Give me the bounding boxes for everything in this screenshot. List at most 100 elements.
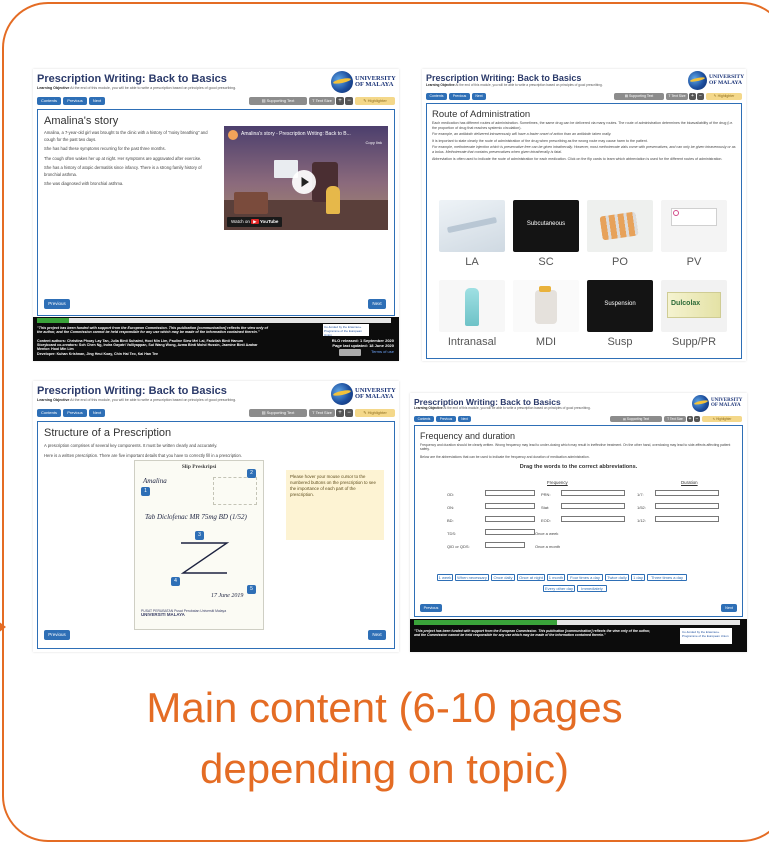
bd-label: BD: xyxy=(447,518,454,523)
globe-icon xyxy=(688,71,707,90)
next-button[interactable]: Next xyxy=(721,604,737,612)
flip-card-intranasal[interactable]: Intranasal xyxy=(439,280,505,350)
word-chip[interactable]: 1 week xyxy=(437,574,453,581)
text-size-decrease-button[interactable]: − xyxy=(345,97,353,105)
word-chip[interactable]: When necessary xyxy=(455,574,489,581)
supporting-text-toggle[interactable]: ▤ Supporting Text xyxy=(610,416,662,422)
supporting-text-toggle[interactable]: ▤ Supporting Text xyxy=(614,93,664,100)
one-twelve-drop-zone[interactable] xyxy=(655,516,719,522)
screenshot-frequency-and-duration: Prescription Writing: Back to Basics Lea… xyxy=(410,393,747,652)
supporting-text-toggle[interactable]: ▤ Supporting Text xyxy=(249,97,307,105)
top-previous-button[interactable]: Previous xyxy=(449,93,470,100)
nasal-spray-image xyxy=(439,280,505,332)
prescription-slip: Slip Preskripsi Amalina Tab Diclofenac M… xyxy=(134,460,264,630)
copy-link-button[interactable]: Copy link xyxy=(366,140,382,145)
top-previous-button[interactable]: Previous xyxy=(63,97,87,105)
text-size-decrease-button[interactable]: − xyxy=(694,416,700,422)
marker-button-4[interactable]: 4 xyxy=(171,577,180,586)
contents-button[interactable]: Contents xyxy=(37,97,61,105)
marker-button-3[interactable]: 3 xyxy=(195,531,204,540)
highlighter-button[interactable]: ✎ Highlighter xyxy=(355,97,395,105)
marker-button-1[interactable]: 1 xyxy=(141,487,150,496)
text-size-decrease-button[interactable]: − xyxy=(697,93,704,100)
word-chip[interactable]: Once daily xyxy=(491,574,515,581)
word-chip[interactable]: Every other day xyxy=(543,585,575,592)
marker-button-5[interactable]: 5 xyxy=(247,585,256,594)
one-week-drop-zone[interactable] xyxy=(655,490,719,496)
university-logo: UNIVERSITY OF MALAYA xyxy=(692,395,742,412)
funding-disclaimer: "This project has been funded with suppo… xyxy=(414,629,651,637)
terms-of-use-link[interactable]: Terms of use xyxy=(371,349,394,354)
word-chip[interactable]: Immediately xyxy=(577,585,607,592)
text-size-decrease-button[interactable]: − xyxy=(345,409,353,417)
next-button[interactable]: Next xyxy=(368,299,386,309)
card-back: Suspension xyxy=(587,280,653,332)
word-chip[interactable]: 1 month xyxy=(547,574,565,581)
caption-line-1: Main content (6-10 pages xyxy=(146,684,623,731)
syringe-image xyxy=(439,200,505,252)
stat-label: Stat: xyxy=(541,505,550,510)
tds-drop-zone[interactable] xyxy=(485,529,535,535)
top-next-button[interactable]: Next xyxy=(89,409,105,417)
next-button[interactable]: Next xyxy=(368,630,386,640)
qid-drop-zone[interactable] xyxy=(485,542,525,548)
frequency-text: Frequency and duration should be clearly… xyxy=(420,443,731,459)
on-drop-zone[interactable] xyxy=(485,503,535,509)
footer: "This project has been funded with suppo… xyxy=(410,619,747,652)
text-size-increase-button[interactable]: + xyxy=(689,93,696,100)
flip-card-mdi[interactable]: MDI xyxy=(513,280,579,350)
text-size-increase-button[interactable]: + xyxy=(336,409,344,417)
university-logo: UNIVERSITY OF MALAYA xyxy=(688,71,744,90)
watch-on-youtube[interactable]: Watch on ▶ YouTube xyxy=(227,217,283,227)
hospital-stamp: PUSAT PERUBATAN Pusat Perubatan Universi… xyxy=(141,609,227,618)
highlighter-button[interactable]: ✎ Highlighter xyxy=(706,93,742,100)
previous-button[interactable]: Previous xyxy=(44,630,70,640)
marker-button-2[interactable]: 2 xyxy=(247,469,256,478)
highlighter-button[interactable]: ✎ Highlighter xyxy=(702,416,742,422)
flip-card-po[interactable]: PO xyxy=(587,200,653,270)
flip-card-sc[interactable]: Subcutaneous SC xyxy=(513,200,579,270)
word-chip[interactable]: Twice daily xyxy=(605,574,629,581)
contents-button[interactable]: Contents xyxy=(414,416,434,422)
credits: Content authors: Christina Phoay Lay Tan… xyxy=(37,339,258,356)
flip-card-la[interactable]: LA xyxy=(439,200,505,270)
word-chip[interactable]: 1 day xyxy=(631,574,645,581)
stat-drop-zone[interactable] xyxy=(561,503,625,509)
flip-card-susp[interactable]: Suspension Susp xyxy=(587,280,653,350)
text-size-increase-button[interactable]: + xyxy=(687,416,693,422)
top-next-button[interactable]: Next xyxy=(458,416,471,422)
cc-license-icon xyxy=(339,349,361,356)
word-chip[interactable]: Once at night xyxy=(517,574,545,581)
word-chip[interactable]: Four times a day xyxy=(567,574,603,581)
previous-button[interactable]: Previous xyxy=(420,604,442,612)
previous-button[interactable]: Previous xyxy=(44,299,70,309)
globe-icon xyxy=(331,71,353,93)
learning-objective: Learning Objective At the end of this mo… xyxy=(37,398,237,402)
module-title: Prescription Writing: Back to Basics xyxy=(426,73,582,83)
one-fifty-two-drop-zone[interactable] xyxy=(655,503,719,509)
supporting-text-toggle[interactable]: ▤ Supporting Text xyxy=(249,409,307,417)
flip-card-label: PO xyxy=(612,256,628,268)
hint-box: Please hover your mouse cursor to the nu… xyxy=(286,470,384,540)
word-chip[interactable]: Three times a day xyxy=(647,574,687,581)
prn-drop-zone[interactable] xyxy=(561,490,625,496)
top-next-button[interactable]: Next xyxy=(89,97,105,105)
top-next-button[interactable]: Next xyxy=(472,93,486,100)
play-button[interactable] xyxy=(292,170,316,194)
contents-button[interactable]: Contents xyxy=(426,93,447,100)
flip-card-label: MDI xyxy=(535,336,557,348)
contents-button[interactable]: Contents xyxy=(37,409,61,417)
inhaler-image xyxy=(513,280,579,332)
youtube-video[interactable]: Amalina's story - Prescription Writing: … xyxy=(224,126,388,230)
top-previous-button[interactable]: Previous xyxy=(63,409,87,417)
flip-card-supp-pr[interactable]: Dulcolax Supp/PR xyxy=(661,280,727,350)
highlighter-button[interactable]: ✎ Highlighter xyxy=(355,409,395,417)
eod-drop-zone[interactable] xyxy=(561,516,625,522)
text-size-increase-button[interactable]: + xyxy=(336,97,344,105)
top-previous-button[interactable]: Previous xyxy=(436,416,456,422)
bd-drop-zone[interactable] xyxy=(485,516,535,522)
od-drop-zone[interactable] xyxy=(485,490,535,496)
eod-label: EOD: xyxy=(541,518,551,523)
flip-card-pv[interactable]: PV xyxy=(661,200,727,270)
dulcolax-text: Dulcolax xyxy=(671,300,701,307)
